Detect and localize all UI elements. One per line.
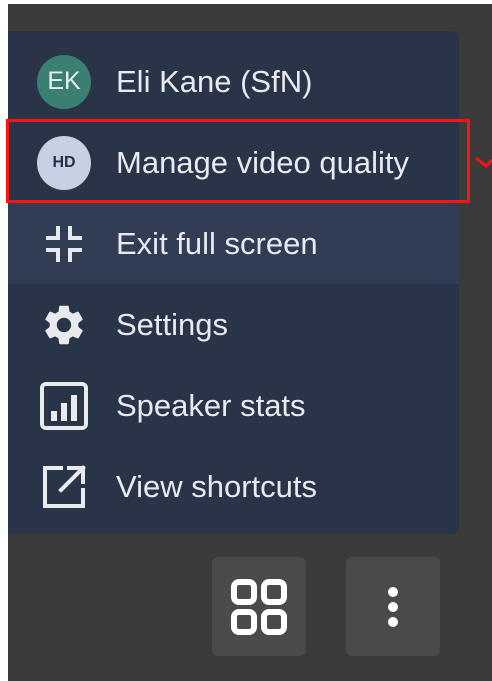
menu-item-manage-video-quality[interactable]: HD Manage video quality (8, 122, 459, 203)
menu-item-view-shortcuts[interactable]: View shortcuts (8, 446, 459, 527)
menu-item-profile[interactable]: EK Eli Kane (SfN) (8, 41, 459, 122)
menu-item-label: Manage video quality (116, 144, 409, 180)
avatar-initials: EK (37, 54, 91, 109)
menu-item-label: Speaker stats (116, 387, 306, 423)
bar-chart-icon (36, 378, 92, 434)
tile-view-button[interactable] (212, 557, 306, 656)
hd-badge-icon: HD (36, 135, 92, 191)
overflow-menu: EK Eli Kane (SfN) HD Manage video qualit… (8, 31, 459, 534)
tile-view-icon (231, 578, 287, 635)
exit-fullscreen-icon (36, 216, 92, 272)
menu-item-settings[interactable]: Settings (8, 284, 459, 365)
menu-item-label: Settings (116, 306, 229, 342)
menu-item-label: View shortcuts (116, 468, 318, 504)
menu-item-exit-full-screen[interactable]: Exit full screen (8, 203, 459, 284)
menu-item-label: Exit full screen (116, 225, 318, 261)
menu-item-label: Eli Kane (SfN) (116, 63, 313, 99)
annotation-arrow-icon (475, 156, 492, 169)
external-link-icon (36, 459, 92, 515)
more-actions-button[interactable] (346, 557, 440, 656)
avatar: EK (36, 54, 92, 110)
menu-item-speaker-stats[interactable]: Speaker stats (8, 365, 459, 446)
more-vertical-icon (388, 586, 398, 627)
gear-icon (36, 297, 92, 353)
hd-badge-text: HD (37, 135, 91, 190)
